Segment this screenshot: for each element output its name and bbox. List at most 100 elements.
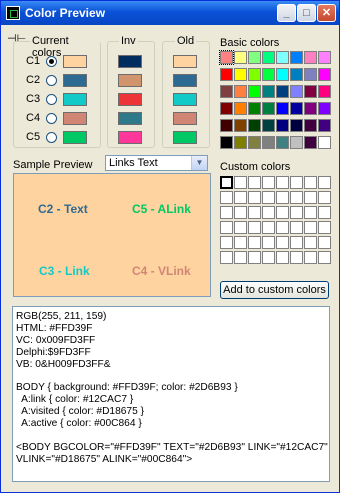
- basic-color-cell[interactable]: [304, 102, 317, 115]
- basic-color-cell[interactable]: [234, 136, 247, 149]
- current-swatch-c5[interactable]: [63, 131, 87, 144]
- custom-color-cell[interactable]: [234, 236, 247, 249]
- basic-color-cell[interactable]: [234, 102, 247, 115]
- custom-color-cell[interactable]: [262, 236, 275, 249]
- basic-color-cell[interactable]: [220, 119, 233, 132]
- custom-color-cell[interactable]: [248, 206, 261, 219]
- basic-color-cell[interactable]: [304, 136, 317, 149]
- basic-color-cell[interactable]: [220, 68, 233, 81]
- custom-color-cell[interactable]: [304, 221, 317, 234]
- custom-color-cell[interactable]: [220, 176, 233, 189]
- custom-color-cell[interactable]: [318, 236, 331, 249]
- basic-color-cell[interactable]: [248, 85, 261, 98]
- basic-color-cell[interactable]: [276, 136, 289, 149]
- custom-color-cell[interactable]: [318, 206, 331, 219]
- maximize-button[interactable]: □: [297, 4, 316, 22]
- basic-color-cell[interactable]: [276, 51, 289, 64]
- basic-color-cell[interactable]: [234, 85, 247, 98]
- custom-color-cell[interactable]: [220, 236, 233, 249]
- color-code-output[interactable]: RGB(255, 211, 159) HTML: #FFD39F VC: 0x009…: [12, 306, 330, 482]
- custom-color-cell[interactable]: [318, 221, 331, 234]
- basic-color-cell[interactable]: [262, 136, 275, 149]
- custom-color-cell[interactable]: [290, 251, 303, 264]
- basic-color-cell[interactable]: [234, 51, 247, 64]
- basic-color-cell[interactable]: [262, 102, 275, 115]
- radio-c5[interactable]: [46, 132, 57, 143]
- basic-color-cell[interactable]: [220, 102, 233, 115]
- basic-color-cell[interactable]: [304, 51, 317, 64]
- custom-color-cell[interactable]: [318, 191, 331, 204]
- basic-color-cell[interactable]: [262, 51, 275, 64]
- custom-color-cell[interactable]: [248, 236, 261, 249]
- basic-color-cell[interactable]: [290, 68, 303, 81]
- basic-color-cell[interactable]: [318, 119, 331, 132]
- basic-color-cell[interactable]: [262, 85, 275, 98]
- current-swatch-c1[interactable]: [63, 55, 87, 68]
- custom-color-cell[interactable]: [262, 221, 275, 234]
- radio-c1[interactable]: [46, 56, 57, 67]
- custom-color-cell[interactable]: [248, 221, 261, 234]
- custom-color-cell[interactable]: [276, 236, 289, 249]
- basic-color-cell[interactable]: [248, 102, 261, 115]
- custom-color-cell[interactable]: [276, 251, 289, 264]
- custom-color-cell[interactable]: [304, 176, 317, 189]
- basic-color-cell[interactable]: [234, 68, 247, 81]
- basic-color-cell[interactable]: [318, 136, 331, 149]
- basic-color-cell[interactable]: [248, 119, 261, 132]
- basic-color-cell[interactable]: [318, 51, 331, 64]
- basic-color-cell[interactable]: [219, 50, 234, 65]
- custom-color-cell[interactable]: [276, 191, 289, 204]
- basic-color-cell[interactable]: [304, 85, 317, 98]
- preview-mode-dropdown[interactable]: Links Text ▼: [105, 155, 208, 171]
- basic-color-cell[interactable]: [234, 119, 247, 132]
- custom-color-cell[interactable]: [234, 191, 247, 204]
- custom-color-cell[interactable]: [262, 206, 275, 219]
- custom-color-cell[interactable]: [262, 191, 275, 204]
- current-swatch-c4[interactable]: [63, 112, 87, 125]
- basic-color-cell[interactable]: [304, 68, 317, 81]
- basic-color-cell[interactable]: [262, 119, 275, 132]
- basic-color-cell[interactable]: [220, 136, 233, 149]
- radio-c2[interactable]: [46, 75, 57, 86]
- basic-color-cell[interactable]: [290, 102, 303, 115]
- custom-color-cell[interactable]: [248, 191, 261, 204]
- custom-color-cell[interactable]: [290, 206, 303, 219]
- custom-color-cell[interactable]: [276, 176, 289, 189]
- custom-color-cell[interactable]: [304, 251, 317, 264]
- basic-color-cell[interactable]: [220, 85, 233, 98]
- custom-color-cell[interactable]: [234, 251, 247, 264]
- basic-color-cell[interactable]: [276, 68, 289, 81]
- custom-color-cell[interactable]: [276, 221, 289, 234]
- custom-color-cell[interactable]: [262, 176, 275, 189]
- custom-color-cell[interactable]: [248, 251, 261, 264]
- custom-color-cell[interactable]: [304, 191, 317, 204]
- basic-color-cell[interactable]: [276, 119, 289, 132]
- custom-color-cell[interactable]: [318, 176, 331, 189]
- close-button[interactable]: ✕: [317, 4, 336, 22]
- custom-color-cell[interactable]: [234, 221, 247, 234]
- basic-color-cell[interactable]: [248, 51, 261, 64]
- basic-color-cell[interactable]: [290, 85, 303, 98]
- basic-color-cell[interactable]: [276, 102, 289, 115]
- current-swatch-c3[interactable]: [63, 93, 87, 106]
- basic-color-cell[interactable]: [248, 136, 261, 149]
- custom-color-cell[interactable]: [234, 206, 247, 219]
- basic-color-cell[interactable]: [262, 68, 275, 81]
- minimize-button[interactable]: _: [277, 4, 296, 22]
- current-swatch-c2[interactable]: [63, 74, 87, 87]
- basic-color-cell[interactable]: [318, 68, 331, 81]
- basic-color-cell[interactable]: [318, 102, 331, 115]
- custom-color-cell[interactable]: [304, 206, 317, 219]
- chevron-down-icon[interactable]: ▼: [191, 156, 207, 170]
- radio-c3[interactable]: [46, 94, 57, 105]
- basic-color-cell[interactable]: [290, 119, 303, 132]
- basic-color-cell[interactable]: [290, 51, 303, 64]
- custom-color-cell[interactable]: [262, 251, 275, 264]
- custom-color-cell[interactable]: [220, 251, 233, 264]
- custom-color-cell[interactable]: [234, 176, 247, 189]
- basic-color-cell[interactable]: [248, 68, 261, 81]
- custom-color-cell[interactable]: [304, 236, 317, 249]
- custom-color-cell[interactable]: [248, 176, 261, 189]
- custom-color-cell[interactable]: [220, 206, 233, 219]
- custom-color-cell[interactable]: [220, 221, 233, 234]
